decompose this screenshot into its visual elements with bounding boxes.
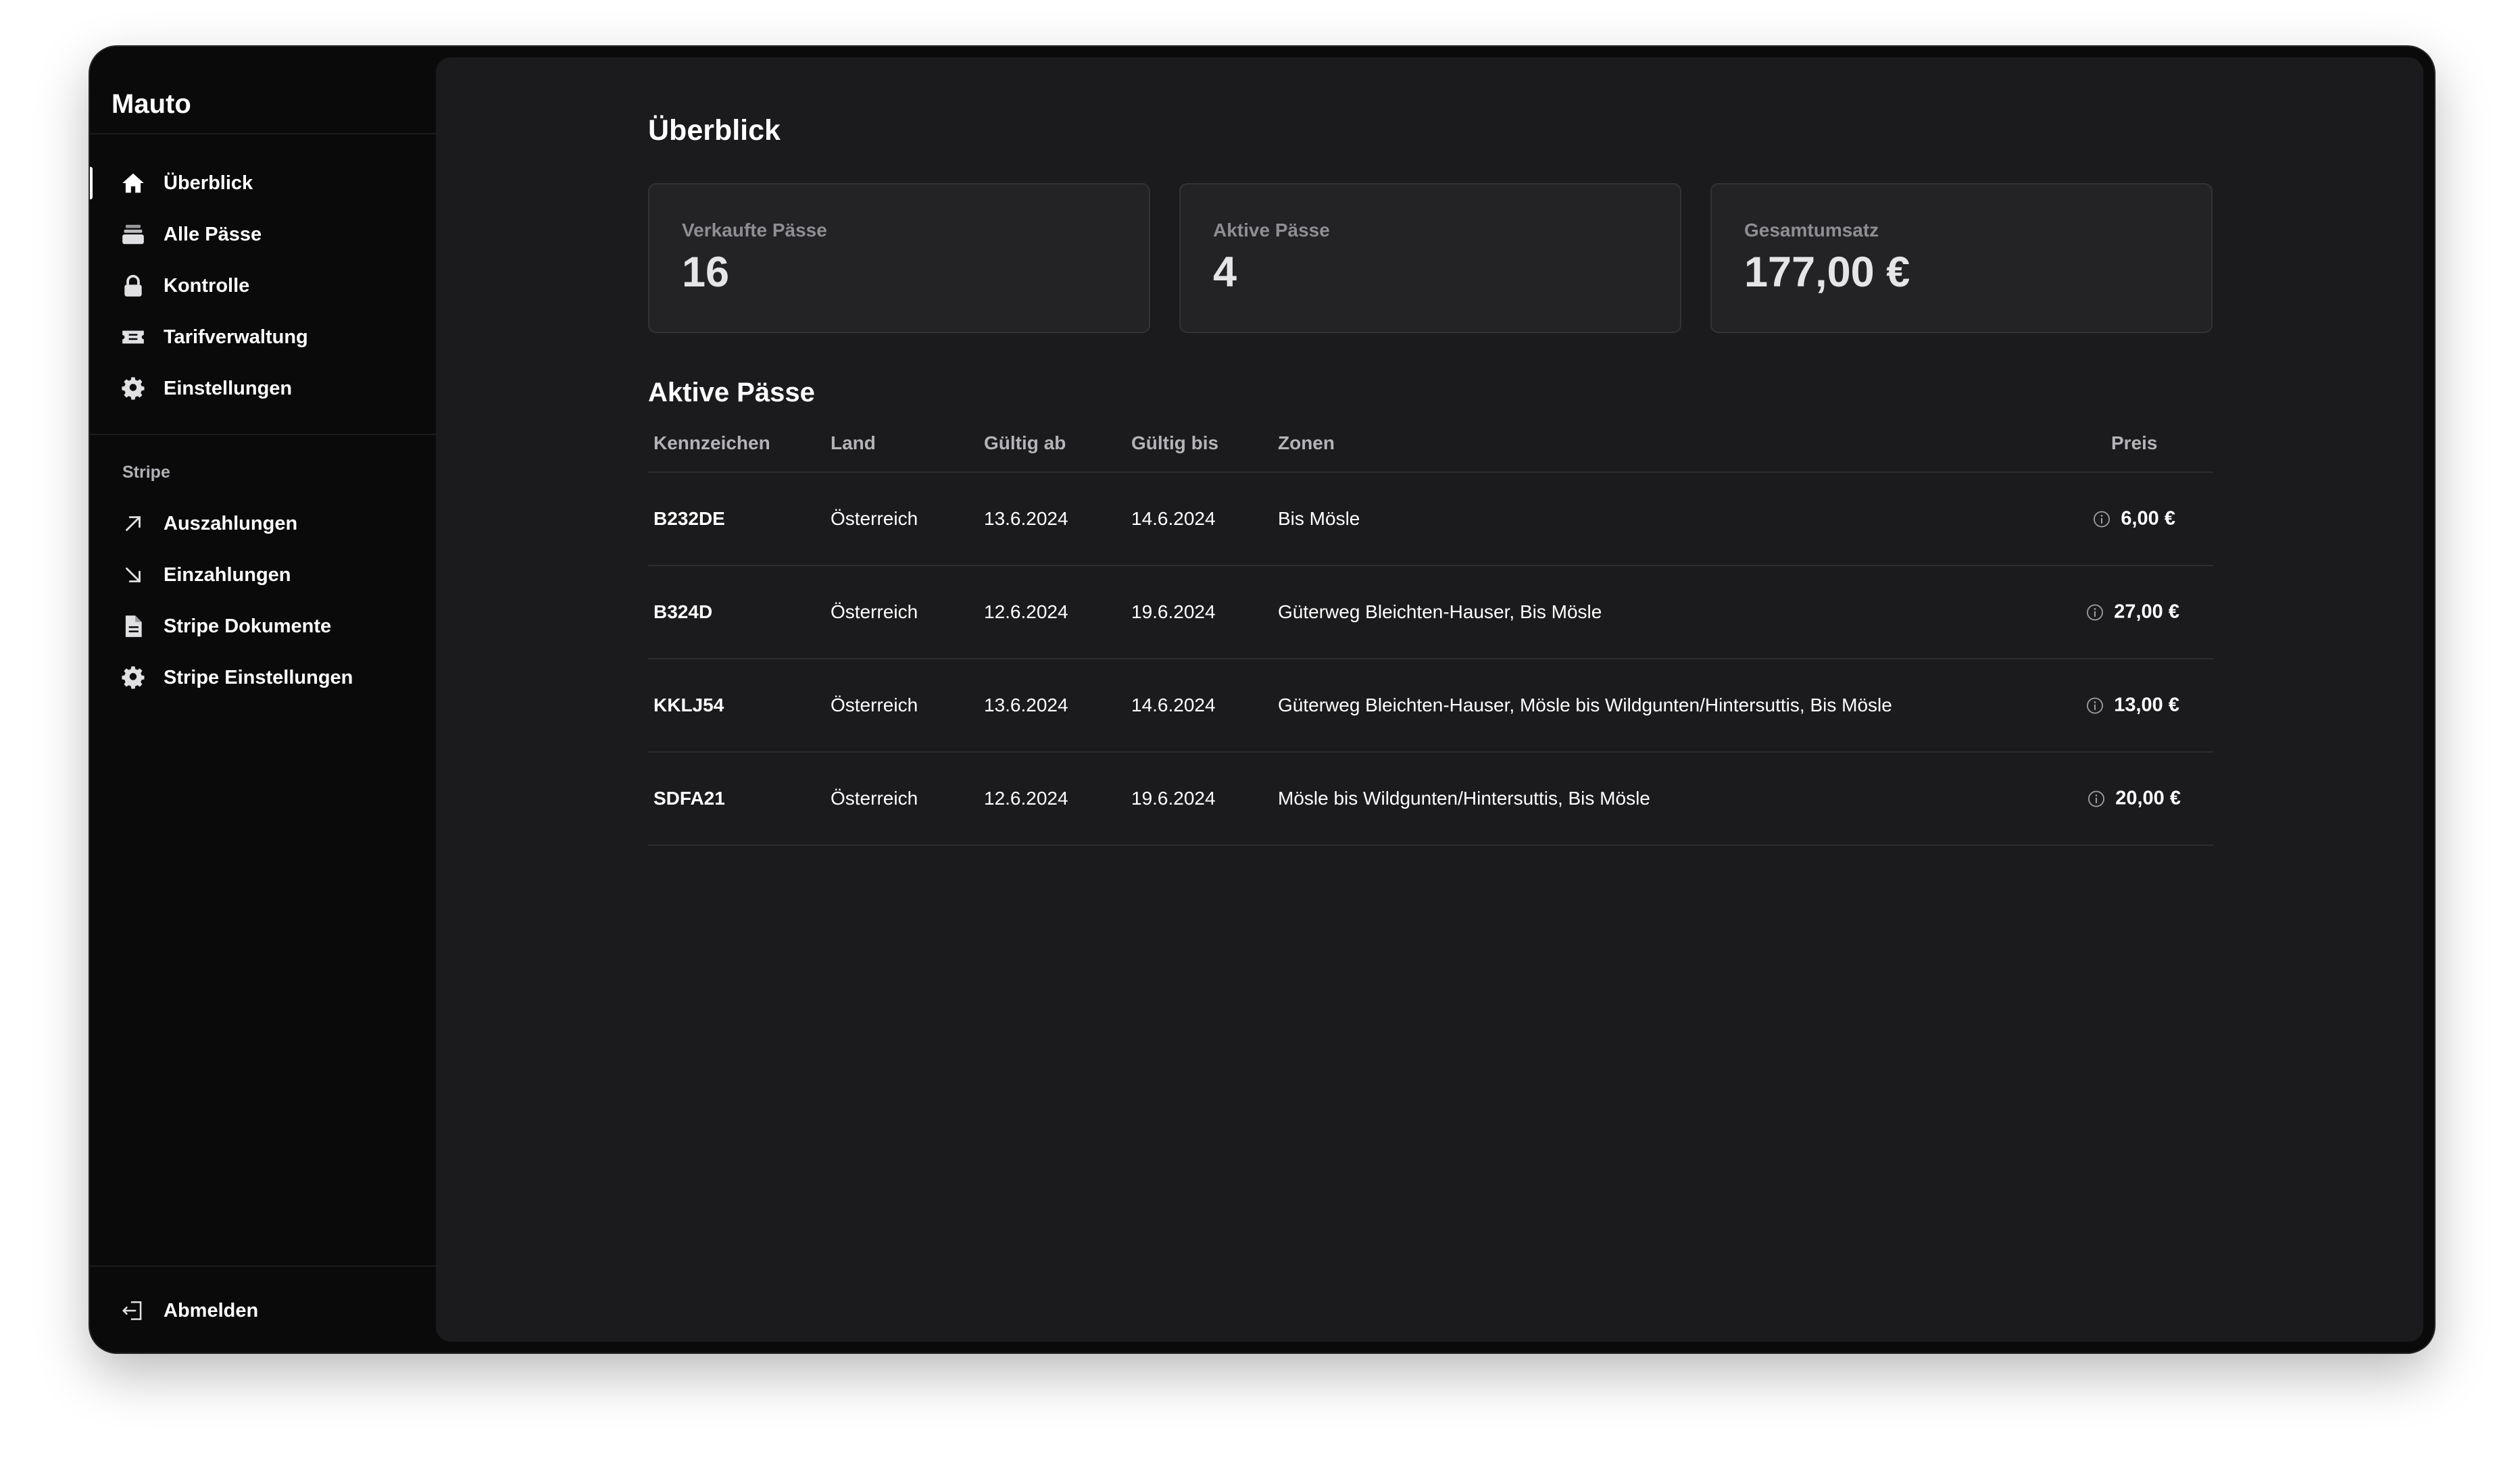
page-title: Überblick (648, 114, 781, 147)
sidebar-item-alle-paesse[interactable]: Alle Pässe (120, 216, 417, 253)
column-header-kennzeichen[interactable]: Kennzeichen (653, 432, 770, 454)
column-header-gueltig-ab[interactable]: Gültig ab (984, 432, 1066, 454)
cell-plate: SDFA21 (653, 788, 725, 809)
table-row[interactable]: KKLJ54 Österreich 13.6.2024 14.6.2024 Gü… (648, 659, 2213, 751)
sidebar-item-label: Stripe Einstellungen (164, 666, 353, 688)
sidebar-item-stripe-einstellungen[interactable]: Stripe Einstellungen (120, 659, 417, 697)
cell-price: 27,00 € (2085, 601, 2179, 624)
sidebar-item-einzahlungen[interactable]: Einzahlungen (120, 556, 417, 594)
stat-label: Gesamtumsatz (1744, 220, 1879, 241)
cell-plate: B232DE (653, 508, 725, 529)
table-row[interactable]: B324D Österreich 12.6.2024 19.6.2024 Güt… (648, 566, 2213, 658)
logout-icon (120, 1297, 147, 1324)
column-header-preis[interactable]: Preis (2111, 432, 2158, 454)
arrow-up-right-icon (120, 510, 147, 537)
cell-country: Österreich (831, 695, 918, 715)
cell-price: 20,00 € (2087, 788, 2181, 810)
row-divider (648, 845, 2213, 846)
column-header-gueltig-bis[interactable]: Gültig bis (1131, 432, 1218, 454)
sidebar-item-label: Einzahlungen (164, 563, 291, 586)
sidebar-divider (90, 133, 436, 134)
table-row[interactable]: SDFA21 Österreich 12.6.2024 19.6.2024 Mö… (648, 753, 2213, 845)
active-passes-title: Aktive Pässe (648, 378, 815, 407)
info-icon[interactable] (2092, 509, 2111, 528)
cell-valid-from: 13.6.2024 (984, 695, 1068, 715)
cell-valid-from: 12.6.2024 (984, 788, 1068, 809)
cell-price: 6,00 € (2092, 508, 2175, 530)
lock-icon (120, 272, 147, 299)
column-header-land[interactable]: Land (831, 432, 876, 454)
document-icon (120, 613, 147, 640)
column-header-zonen[interactable]: Zonen (1278, 432, 1335, 454)
cell-valid-to: 19.6.2024 (1131, 601, 1216, 622)
cell-plate: KKLJ54 (653, 695, 724, 715)
stat-card-verkaufte-paesse: Verkaufte Pässe 16 (648, 183, 1150, 333)
stripe-section-label: Stripe (122, 463, 170, 482)
app-window: Mauto Überblick Alle Pässe Kontrolle Tar… (90, 47, 2434, 1353)
sidebar-item-label: Einstellungen (164, 377, 293, 399)
sidebar-item-ueberblick[interactable]: Überblick (120, 164, 417, 202)
home-icon (120, 170, 147, 197)
ticket-icon (120, 324, 147, 351)
stat-value: 4 (1213, 249, 1237, 296)
cell-valid-to: 19.6.2024 (1131, 788, 1216, 809)
sidebar-item-label: Auszahlungen (164, 512, 298, 534)
sidebar-divider (90, 1265, 436, 1267)
sidebar: Mauto Überblick Alle Pässe Kontrolle Tar… (90, 47, 436, 1353)
info-icon[interactable] (2085, 696, 2104, 715)
info-icon[interactable] (2087, 789, 2106, 808)
stat-value: 177,00 € (1744, 249, 1910, 296)
logout-button[interactable]: Abmelden (120, 1292, 417, 1330)
active-indicator (90, 167, 93, 199)
stat-label: Aktive Pässe (1213, 220, 1330, 241)
cell-valid-from: 13.6.2024 (984, 508, 1068, 529)
stack-icon (120, 221, 147, 248)
price-value: 27,00 € (2114, 601, 2179, 623)
main-content: Überblick Verkaufte Pässe 16 Aktive Päss… (436, 57, 2423, 1342)
cell-country: Österreich (831, 508, 918, 529)
cell-valid-to: 14.6.2024 (1131, 508, 1216, 529)
cell-country: Österreich (831, 601, 918, 622)
table-row[interactable]: B232DE Österreich 13.6.2024 14.6.2024 Bi… (648, 473, 2213, 565)
sidebar-item-label: Stripe Dokumente (164, 615, 332, 637)
stat-value: 16 (682, 249, 730, 296)
arrow-down-right-icon (120, 561, 147, 588)
cell-valid-from: 12.6.2024 (984, 601, 1068, 622)
sidebar-item-stripe-dokumente[interactable]: Stripe Dokumente (120, 607, 417, 645)
sidebar-item-label: Überblick (164, 172, 253, 194)
price-value: 13,00 € (2114, 694, 2179, 716)
stat-label: Verkaufte Pässe (682, 220, 827, 241)
sidebar-item-tarifverwaltung[interactable]: Tarifverwaltung (120, 318, 417, 356)
info-icon[interactable] (2085, 603, 2104, 622)
logout-label: Abmelden (164, 1299, 259, 1321)
gear-icon (120, 375, 147, 402)
sidebar-item-kontrolle[interactable]: Kontrolle (120, 267, 417, 305)
cell-zones: Bis Mösle (1278, 508, 1360, 529)
cell-zones: Güterweg Bleichten-Hauser, Mösle bis Wil… (1278, 695, 1892, 715)
sidebar-item-einstellungen[interactable]: Einstellungen (120, 370, 417, 407)
sidebar-item-auszahlungen[interactable]: Auszahlungen (120, 505, 417, 543)
stat-card-gesamtumsatz: Gesamtumsatz 177,00 € (1710, 183, 2213, 333)
stat-card-aktive-paesse: Aktive Pässe 4 (1179, 183, 1681, 333)
cell-valid-to: 14.6.2024 (1131, 695, 1216, 715)
sidebar-divider (90, 434, 436, 435)
cell-plate: B324D (653, 601, 713, 622)
sidebar-item-label: Tarifverwaltung (164, 326, 308, 348)
cell-zones: Mösle bis Wildgunten/Hintersuttis, Bis M… (1278, 788, 1650, 809)
cell-country: Österreich (831, 788, 918, 809)
gear-icon (120, 664, 147, 691)
price-value: 6,00 € (2121, 507, 2175, 530)
cell-zones: Güterweg Bleichten-Hauser, Bis Mösle (1278, 601, 1602, 622)
cell-price: 13,00 € (2085, 695, 2179, 717)
price-value: 20,00 € (2115, 787, 2181, 809)
sidebar-item-label: Kontrolle (164, 274, 250, 297)
sidebar-item-label: Alle Pässe (164, 223, 262, 245)
app-title: Mauto (112, 89, 191, 119)
